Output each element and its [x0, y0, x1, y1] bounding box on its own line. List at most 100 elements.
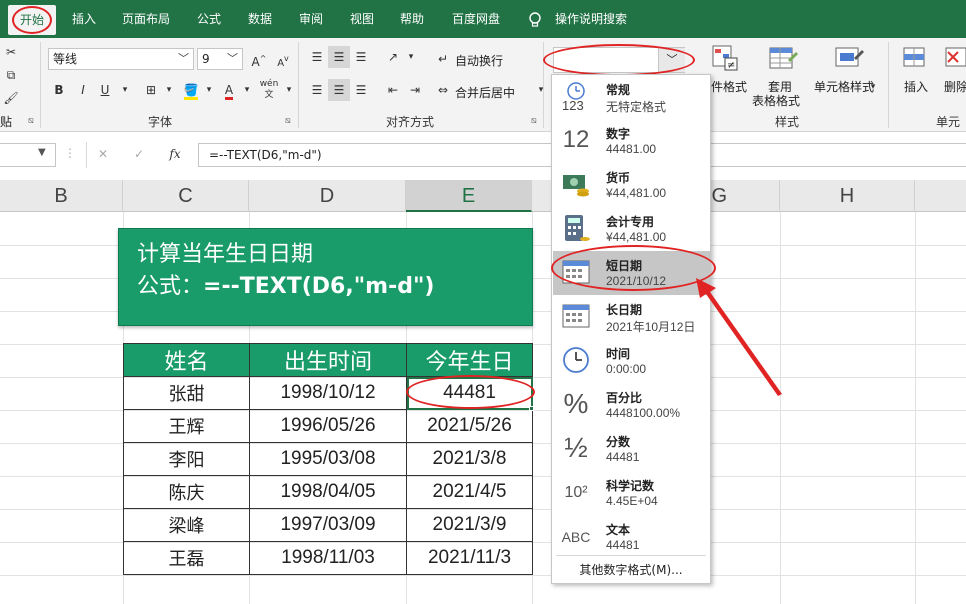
insert-cells-button[interactable]: 插入: [904, 78, 928, 95]
conditional-format-icon[interactable]: ≠: [711, 44, 739, 72]
cell-birth-date[interactable]: 1998/04/05: [249, 475, 407, 509]
cancel-icon[interactable]: ✕: [92, 143, 114, 165]
chevron-down-icon: ﹀: [227, 52, 238, 65]
cell-birth-date[interactable]: 1996/05/26: [249, 409, 407, 443]
cell-name[interactable]: 梁峰: [123, 508, 250, 542]
menu-item-general[interactable]: 123 常规 无特定格式: [553, 75, 711, 119]
insert-cells-icon[interactable]: [902, 44, 928, 72]
cell-name[interactable]: 张甜: [123, 376, 250, 410]
clipboard-launcher-icon[interactable]: ⧅: [28, 116, 34, 126]
cell-this-year-birthday[interactable]: 2021/4/5: [406, 475, 533, 509]
svg-text:≠: ≠: [727, 60, 735, 71]
cell-this-year-birthday[interactable]: 2021/3/8: [406, 442, 533, 476]
cell-name[interactable]: 王辉: [123, 409, 250, 443]
cell-styles-icon[interactable]: [834, 44, 864, 74]
chevron-down-icon[interactable]: ▼: [38, 147, 46, 158]
align-center-icon[interactable]: ☰: [328, 79, 350, 101]
conditional-format-button[interactable]: 件格式: [711, 78, 747, 95]
name-box[interactable]: ▼: [0, 143, 56, 167]
decrease-indent-icon[interactable]: ⇤: [382, 79, 404, 101]
menu-item-scientific[interactable]: 10² 科学记数 4.45E+04: [553, 471, 711, 515]
chevron-down-icon[interactable]: ▾: [530, 79, 552, 101]
cut-icon[interactable]: ✂: [0, 41, 22, 63]
column-header-c[interactable]: C: [123, 180, 249, 212]
cell-birth-date[interactable]: 1995/03/08: [249, 442, 407, 476]
alignment-launcher-icon[interactable]: ⧅: [531, 116, 537, 126]
cell-birth-date[interactable]: 1997/03/09: [249, 508, 407, 542]
font-name-combo[interactable]: 等线 ﹀: [48, 48, 194, 70]
menu-item-number[interactable]: 12 数字 44481.00: [553, 119, 711, 163]
insert-function-button[interactable]: fx: [164, 143, 186, 165]
menu-item-text[interactable]: ABC 文本 44481: [553, 515, 711, 559]
align-bottom-icon[interactable]: ☰: [350, 46, 372, 68]
cell-birth-date[interactable]: 1998/10/12: [249, 376, 407, 410]
cell-name[interactable]: 王磊: [123, 541, 250, 575]
column-header-h[interactable]: H: [780, 180, 915, 212]
chevron-down-icon[interactable]: ▾: [114, 79, 136, 101]
merge-center-button[interactable]: 合并后居中: [455, 84, 515, 101]
cell-birth-date[interactable]: 1998/11/03: [249, 541, 407, 575]
tab-review[interactable]: 审阅: [299, 0, 323, 38]
delete-cells-button[interactable]: 删除: [944, 78, 966, 95]
header-this-year-birthday[interactable]: 今年生日: [406, 343, 533, 377]
chevron-down-icon[interactable]: ▾: [400, 46, 422, 68]
tab-page-layout[interactable]: 页面布局: [122, 0, 170, 38]
chevron-down-icon[interactable]: ▾: [198, 79, 220, 101]
font-launcher-icon[interactable]: ⧅: [285, 116, 291, 126]
header-name[interactable]: 姓名: [123, 343, 250, 377]
cell-this-year-birthday[interactable]: 2021/11/3: [406, 541, 533, 575]
tab-help[interactable]: 帮助: [400, 0, 424, 38]
column-header-d[interactable]: D: [249, 180, 406, 212]
percent-icon: %: [563, 388, 589, 419]
bold-button[interactable]: B: [48, 79, 70, 101]
chevron-down-icon: ﹀: [178, 52, 189, 65]
chevron-down-icon[interactable]: ▾: [278, 79, 300, 101]
formula-bar-splitter-icon[interactable]: ⋮: [64, 146, 76, 160]
cell-name[interactable]: 陈庆: [123, 475, 250, 509]
chevron-down-icon[interactable]: ▾: [236, 79, 258, 101]
font-size-combo[interactable]: 9 ﹀: [197, 48, 243, 70]
svg-text:123: 123: [562, 98, 584, 111]
align-top-icon[interactable]: ☰: [306, 46, 328, 68]
menu-item-percentage[interactable]: % 百分比 4448100.00%: [553, 383, 711, 427]
column-header-b[interactable]: B: [0, 180, 123, 212]
fill-handle[interactable]: [529, 406, 534, 411]
enter-icon[interactable]: ✓: [128, 143, 150, 165]
tab-view[interactable]: 视图: [350, 0, 374, 38]
cell-this-year-birthday[interactable]: 2021/5/26: [406, 409, 533, 443]
format-as-table-icon[interactable]: [768, 44, 798, 74]
tab-data[interactable]: 数据: [248, 0, 272, 38]
tell-me-search[interactable]: 操作说明搜索: [555, 0, 627, 38]
underline-button[interactable]: U: [94, 79, 116, 101]
align-middle-icon[interactable]: ☰: [328, 46, 350, 68]
menu-item-currency[interactable]: 货币 ¥44,481.00: [553, 163, 711, 207]
format-as-table-label-2[interactable]: 表格格式: [752, 92, 800, 109]
format-painter-icon[interactable]: 🖌: [0, 87, 22, 109]
more-number-formats-link[interactable]: 其他数字格式(M)...: [552, 561, 710, 578]
chevron-down-icon[interactable]: ▾: [862, 76, 884, 98]
menu-item-long-date[interactable]: 长日期 2021年10月12日: [553, 295, 711, 339]
menu-item-time[interactable]: 时间 0:00:00: [553, 339, 711, 383]
delete-cells-icon[interactable]: [944, 44, 966, 72]
shrink-font-button[interactable]: Av: [272, 48, 294, 70]
increase-indent-icon[interactable]: ⇥: [404, 79, 426, 101]
merge-center-icon[interactable]: ⇔: [432, 79, 454, 101]
clock-icon: [561, 345, 591, 375]
header-birth-date[interactable]: 出生时间: [249, 343, 407, 377]
cell-this-year-birthday[interactable]: 2021/3/9: [406, 508, 533, 542]
tab-baidu-netdisk[interactable]: 百度网盘: [452, 0, 500, 38]
align-left-icon[interactable]: ☰: [306, 79, 328, 101]
wrap-text-icon[interactable]: ↵: [432, 48, 454, 70]
phonetic-guide-button[interactable]: wén 文: [258, 79, 280, 101]
copy-icon[interactable]: ⧉: [0, 64, 22, 86]
menu-item-fraction[interactable]: ½ 分数 44481: [553, 427, 711, 471]
align-right-icon[interactable]: ☰: [350, 79, 372, 101]
cell-name[interactable]: 李阳: [123, 442, 250, 476]
chevron-down-icon[interactable]: ▾: [158, 79, 180, 101]
column-header-e[interactable]: E: [406, 180, 532, 212]
tab-formulas[interactable]: 公式: [197, 0, 221, 38]
wrap-text-button[interactable]: 自动换行: [455, 52, 503, 69]
tab-insert[interactable]: 插入: [72, 0, 96, 38]
italic-button[interactable]: I: [72, 79, 94, 101]
grow-font-button[interactable]: A^: [248, 48, 270, 70]
